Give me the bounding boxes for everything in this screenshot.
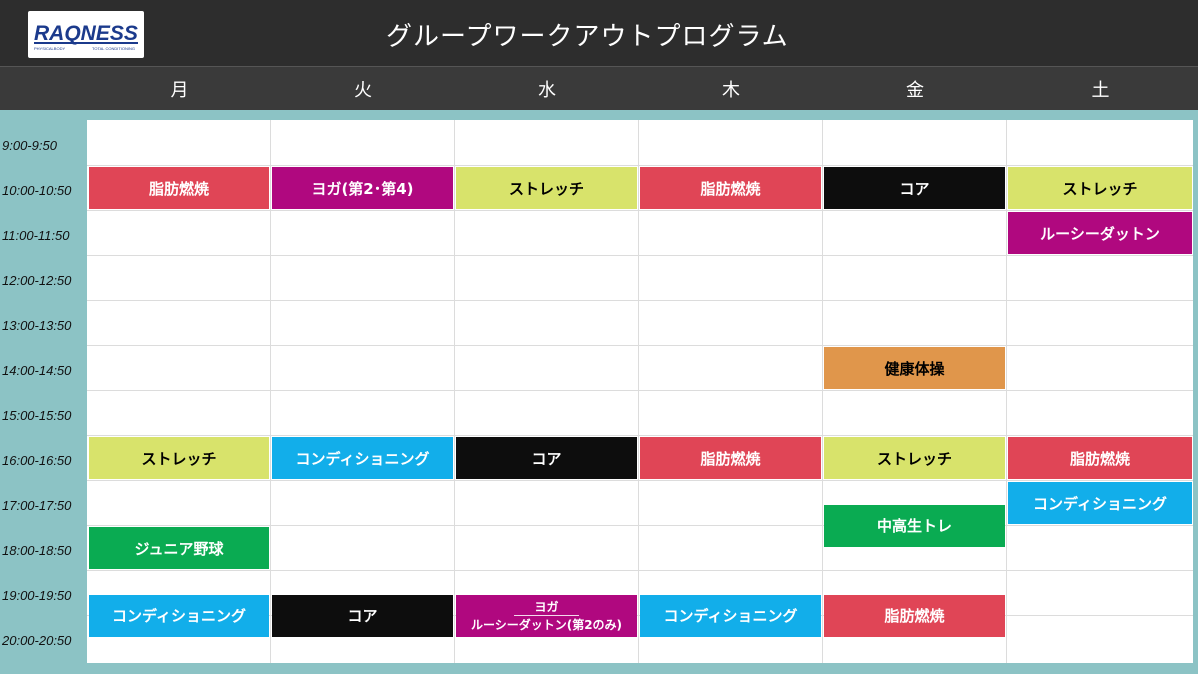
class-label: コンディショニング [1033, 494, 1167, 513]
class-block-health-gym[interactable]: 健康体操 [824, 347, 1005, 389]
weekday-header-row: 月火水木金土 [0, 66, 1198, 110]
class-block-ruth-dutton[interactable]: ルーシーダットン [1008, 212, 1192, 254]
grid-row-divider [87, 345, 1193, 346]
class-label: コンディショニング [663, 607, 798, 625]
class-label: コンディショニング [112, 607, 246, 625]
time-slot-label: 20:00-20:50 [2, 633, 72, 648]
class-label: ヨガ(第2･第4) [311, 179, 414, 198]
class-label: 中高生トレ [876, 517, 952, 535]
class-label: 脂肪燃焼 [1069, 449, 1130, 468]
raqness-logo: RAQNESS PHYSICALBODY TOTAL CONDITIONING [28, 11, 144, 58]
time-slot-label: 13:00-13:50 [2, 318, 72, 333]
class-label: コンディショニング [295, 449, 430, 468]
time-slot-label: 18:00-18:50 [2, 543, 72, 558]
class-block-teens[interactable]: 中高生トレ [824, 504, 1005, 547]
day-header: 土 [1091, 80, 1110, 101]
day-header: 木 [722, 80, 740, 101]
time-slot-label: 12:00-12:50 [2, 273, 72, 288]
time-slot-label: 16:00-16:50 [2, 453, 72, 468]
class-block-core[interactable]: コア [272, 594, 453, 637]
time-slot-label: 10:00-10:50 [2, 183, 72, 198]
class-block-fat-burn[interactable]: 脂肪燃焼 [640, 167, 821, 209]
day-header: 月 [170, 80, 189, 101]
class-label: ルーシーダットン [1040, 224, 1160, 243]
class-label: 健康体操 [884, 359, 945, 378]
grid-row-divider [87, 300, 1193, 301]
page-title: グループワークアウトプログラム [386, 22, 789, 52]
class-block-conditioning[interactable]: コンディショニング [1008, 482, 1192, 524]
time-slot-label: 11:00-11:50 [2, 228, 70, 243]
class-block-fat-burn[interactable]: 脂肪燃焼 [89, 167, 269, 209]
day-header: 火 [354, 80, 372, 101]
class-label-secondary: ルーシーダットン(第2のみ) [470, 617, 623, 632]
class-label: 脂肪燃焼 [700, 449, 761, 468]
svg-text:RAQNESS: RAQNESS [34, 22, 138, 45]
time-slot-label: 17:00-17:50 [2, 498, 72, 513]
svg-text:PHYSICALBODY: PHYSICALBODY [34, 46, 65, 51]
class-block-conditioning[interactable]: コンディショニング [272, 437, 453, 479]
time-slot-label: 14:00-14:50 [2, 363, 72, 378]
grid-column-divider [638, 120, 639, 663]
grid-row-divider [87, 390, 1193, 391]
class-block-yoga[interactable]: ヨガ ルーシーダットン(第2のみ) [456, 594, 637, 637]
class-block-fat-burn[interactable]: 脂肪燃焼 [824, 594, 1005, 637]
day-header: 水 [538, 80, 556, 101]
class-block-core[interactable]: コア [824, 167, 1005, 209]
class-block-fat-burn[interactable]: 脂肪燃焼 [640, 437, 821, 479]
class-label: ストレッチ [876, 449, 952, 468]
class-label: ストレッチ [508, 179, 584, 198]
class-label: コア [531, 449, 562, 468]
grid-column-divider [822, 120, 823, 663]
class-label: ストレッチ [141, 449, 217, 468]
time-slot-label: 19:00-19:50 [2, 588, 72, 603]
day-header: 金 [906, 80, 924, 101]
time-slot-label: 15:00-15:50 [2, 408, 72, 423]
grid-column-divider [454, 120, 455, 663]
class-label: 脂肪燃焼 [148, 179, 209, 198]
header-bar: RAQNESS PHYSICALBODY TOTAL CONDITIONING … [0, 0, 1198, 66]
class-label: コア [347, 607, 378, 625]
grid-row-divider [87, 525, 1193, 526]
grid-column-divider [1006, 120, 1007, 663]
class-label: ジュニア野球 [134, 539, 224, 558]
class-block-core[interactable]: コア [456, 437, 637, 479]
class-label: 脂肪燃焼 [884, 607, 945, 625]
class-label: コア [899, 179, 930, 198]
class-block-stretch[interactable]: ストレッチ [456, 167, 637, 209]
class-block-conditioning[interactable]: コンディショニング [89, 594, 269, 637]
class-label: 脂肪燃焼 [700, 179, 761, 198]
class-block-stretch[interactable]: ストレッチ [1008, 167, 1192, 209]
time-slot-label: 9:00-9:50 [2, 138, 57, 153]
grid-row-divider [87, 435, 1193, 436]
grid-row-divider [87, 570, 1193, 571]
grid-row-divider [87, 210, 1193, 211]
schedule-grid: 脂肪燃焼 ヨガ(第2･第4) ストレッチ 脂肪燃焼 コア ストレッチ ルーシーダットン 健康体… [87, 120, 1193, 663]
class-block-yoga[interactable]: ヨガ(第2･第4) [272, 167, 453, 209]
svg-text:TOTAL CONDITIONING: TOTAL CONDITIONING [92, 46, 135, 51]
class-block-junior[interactable]: ジュニア野球 [89, 527, 269, 569]
class-block-fat-burn[interactable]: 脂肪燃焼 [1008, 437, 1192, 479]
class-block-stretch[interactable]: ストレッチ [89, 437, 269, 479]
grid-row-divider [87, 165, 1193, 166]
class-label: ストレッチ [1062, 179, 1138, 198]
class-label: ヨガ [514, 600, 579, 616]
grid-column-divider [270, 120, 271, 663]
class-block-conditioning[interactable]: コンディショニング [640, 594, 821, 637]
grid-row-divider [87, 480, 1193, 481]
grid-row-divider [87, 255, 1193, 256]
class-block-stretch[interactable]: ストレッチ [824, 437, 1005, 479]
